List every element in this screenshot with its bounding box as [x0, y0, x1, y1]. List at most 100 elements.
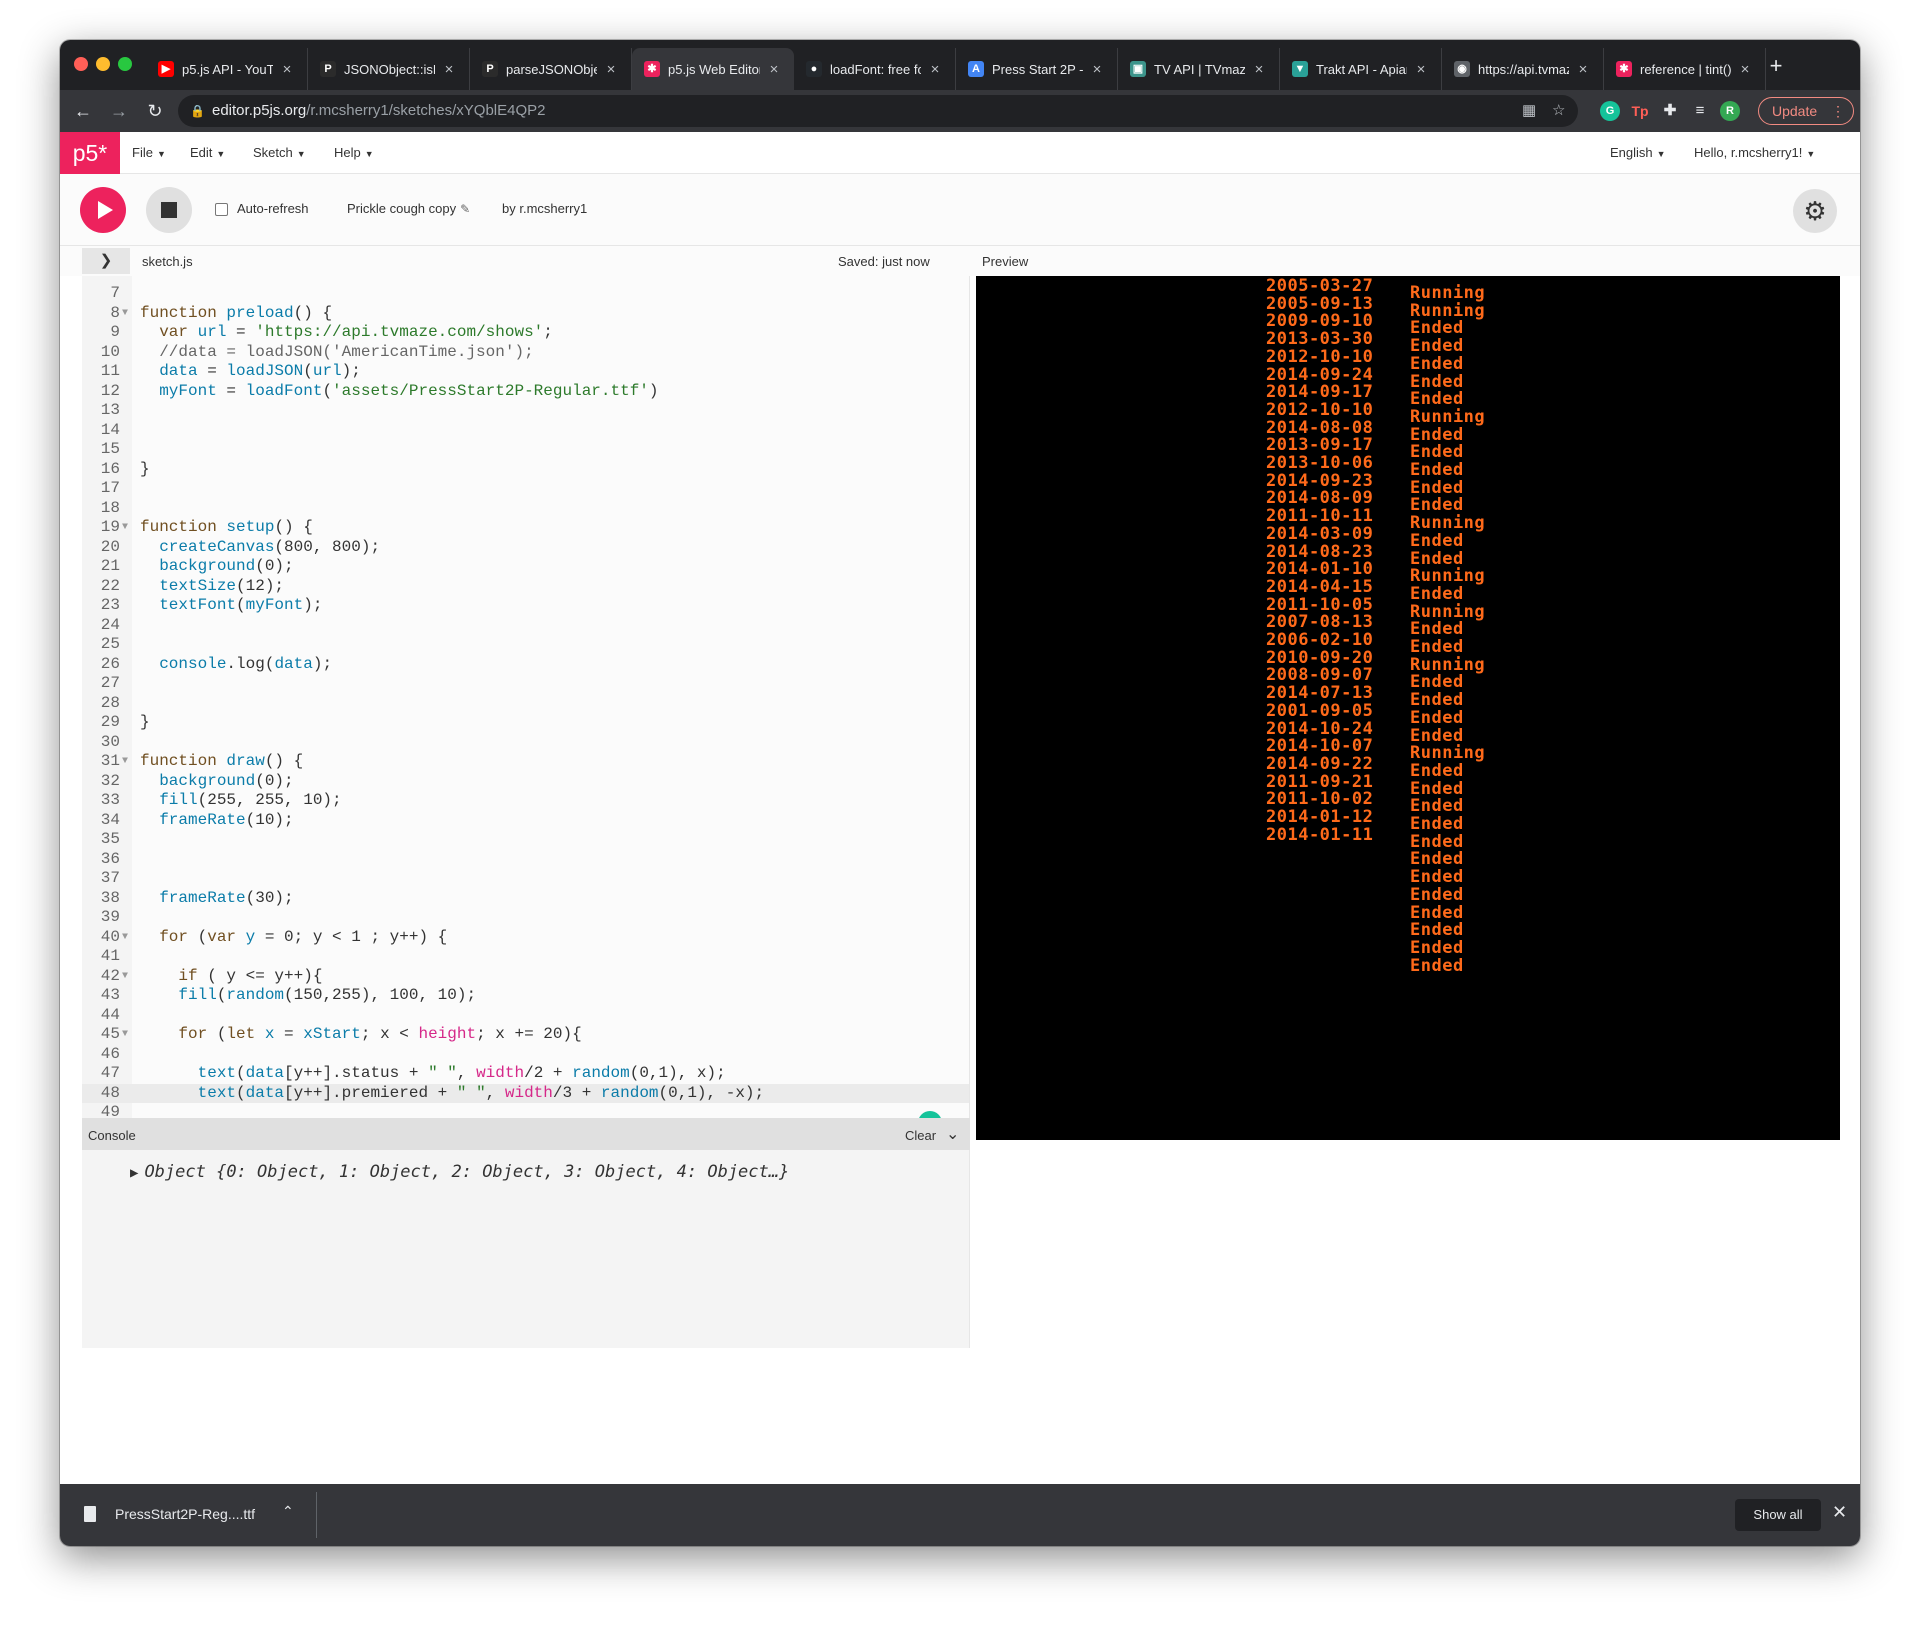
tab-close-icon[interactable]: ×	[603, 61, 619, 78]
fold-triangle-icon[interactable]: ▼	[122, 518, 128, 538]
code-line[interactable]: 40 ▼ for (var y = 0; y < 1 ; y++) {	[82, 928, 969, 948]
browser-tab[interactable]: ▼ Trakt API - Apiary ×	[1280, 48, 1442, 90]
code-line[interactable]: 34 frameRate(10);	[82, 811, 969, 831]
chevron-right-icon[interactable]: ❯	[82, 248, 130, 274]
sketch-name[interactable]: Prickle cough copy ✎	[347, 201, 470, 216]
browser-tab[interactable]: ✱ p5.js Web Editor ×	[632, 48, 794, 90]
code-line[interactable]: 20 createCanvas(800, 800);	[82, 538, 969, 558]
user-menu[interactable]: Hello, r.mcsherry1! ▼	[1694, 132, 1815, 174]
media-playlist-icon[interactable]: ≡	[1690, 101, 1710, 121]
code-line[interactable]: 42 ▼ if ( y <= y++){	[82, 967, 969, 987]
maximize-window-button[interactable]	[118, 57, 132, 71]
code-line[interactable]: 41	[82, 947, 969, 967]
code-line[interactable]: 35	[82, 830, 969, 850]
fold-triangle-icon[interactable]: ▼	[122, 1025, 128, 1045]
code-line[interactable]: 19 ▼ function setup() {	[82, 518, 969, 538]
code-line[interactable]: 31 ▼ function draw() {	[82, 752, 969, 772]
fold-triangle-icon[interactable]: ▼	[122, 928, 128, 948]
code-line[interactable]: 17	[82, 479, 969, 499]
code-line[interactable]: 8 ▼ function preload() {	[82, 304, 969, 324]
tab-close-icon[interactable]: ×	[1089, 61, 1105, 78]
update-button[interactable]: Update ⋮	[1758, 97, 1854, 125]
tab-close-icon[interactable]: ×	[927, 61, 943, 78]
address-bar[interactable]: 🔒 editor.p5js.org/r.mcsherry1/sketches/x…	[178, 95, 1578, 127]
code-line[interactable]: 38 frameRate(30);	[82, 889, 969, 909]
browser-tab[interactable]: ◉ https://api.tvmaze.com/shows ×	[1442, 48, 1604, 90]
code-line[interactable]: 15	[82, 440, 969, 460]
language-menu[interactable]: English ▼	[1610, 132, 1666, 174]
download-filename[interactable]: PressStart2P-Reg....ttf	[115, 1506, 255, 1522]
expand-triangle-icon[interactable]: ▶	[130, 1165, 138, 1181]
chevron-up-icon[interactable]: ⌃	[282, 1503, 294, 1520]
close-window-button[interactable]	[74, 57, 88, 71]
browser-tab[interactable]: ● loadFont: free fonts ×	[794, 48, 956, 90]
tab-close-icon[interactable]: ×	[279, 61, 295, 78]
code-line[interactable]: 10 //data = loadJSON('AmericanTime.json'…	[82, 343, 969, 363]
code-line[interactable]: 7	[82, 284, 969, 304]
stop-button[interactable]	[146, 187, 192, 233]
code-line[interactable]: 14	[82, 421, 969, 441]
code-line[interactable]: 39	[82, 908, 969, 928]
reload-icon[interactable]: ↻	[140, 96, 170, 126]
code-line[interactable]: 18	[82, 499, 969, 519]
sketch-preview-canvas[interactable]: 2005-03-27 2005-09-13 2009-09-10 2013-03-30…	[976, 276, 1840, 1140]
chevron-down-icon[interactable]: ⌄	[946, 1124, 959, 1144]
code-line[interactable]: 27	[82, 674, 969, 694]
code-line[interactable]: 37	[82, 869, 969, 889]
tab-close-icon[interactable]: ×	[1251, 61, 1267, 78]
code-line[interactable]: 28	[82, 694, 969, 714]
code-line[interactable]: 23 textFont(myFont);	[82, 596, 969, 616]
back-arrow-icon[interactable]: ←	[68, 96, 98, 126]
code-line[interactable]: 47 text(data[y++].status + " ", width/2 …	[82, 1064, 969, 1084]
code-line[interactable]: 30	[82, 733, 969, 753]
code-line[interactable]: 44	[82, 1006, 969, 1026]
tab-close-icon[interactable]: ×	[1413, 61, 1429, 78]
new-tab-button[interactable]: +	[1762, 52, 1790, 80]
tab-close-icon[interactable]: ×	[441, 61, 457, 78]
code-line[interactable]: 36	[82, 850, 969, 870]
code-line[interactable]: 26 console.log(data);	[82, 655, 969, 675]
browser-tab[interactable]: P JSONObject::isNull ×	[308, 48, 470, 90]
minimize-window-button[interactable]	[96, 57, 110, 71]
code-line[interactable]: 21 background(0);	[82, 557, 969, 577]
code-line[interactable]: 13	[82, 401, 969, 421]
play-button[interactable]	[80, 187, 126, 233]
code-line[interactable]: 25	[82, 635, 969, 655]
menu-file[interactable]: File ▼	[132, 132, 166, 174]
forward-arrow-icon[interactable]: →	[104, 96, 134, 126]
tab-close-icon[interactable]: ×	[1575, 61, 1591, 78]
pencil-icon[interactable]: ✎	[460, 202, 470, 216]
code-line[interactable]: 29}	[82, 713, 969, 733]
code-line[interactable]: 33 fill(255, 255, 10);	[82, 791, 969, 811]
grammarly-extension-icon[interactable]: G	[1600, 101, 1620, 121]
code-line[interactable]: 48 text(data[y++].premiered + " ", width…	[82, 1083, 969, 1103]
code-line[interactable]: 46	[82, 1045, 969, 1065]
code-line[interactable]: 32 background(0);	[82, 772, 969, 792]
tab-close-icon[interactable]: ×	[1737, 61, 1753, 78]
close-icon[interactable]: ✕	[1832, 1502, 1847, 1523]
browser-tab[interactable]: ▣ TV API | TVmaze ×	[1118, 48, 1280, 90]
menu-help[interactable]: Help ▼	[334, 132, 374, 174]
fold-triangle-icon[interactable]: ▼	[122, 752, 128, 772]
menu-sketch[interactable]: Sketch ▼	[253, 132, 306, 174]
qr-code-icon[interactable]: ▦	[1522, 95, 1536, 127]
menu-edit[interactable]: Edit ▼	[190, 132, 225, 174]
show-all-button[interactable]: Show all	[1735, 1499, 1821, 1531]
auto-refresh-checkbox[interactable]	[215, 203, 228, 216]
browser-tab[interactable]: PparseJSONObject() ×	[470, 48, 632, 90]
browser-tab[interactable]: A Press Start 2P - Google Fonts ×	[956, 48, 1118, 90]
browser-tab[interactable]: ▶ p5.js API - YouTube ×	[146, 48, 308, 90]
fold-triangle-icon[interactable]: ▼	[122, 967, 128, 987]
browser-tab[interactable]: ✱ reference | tint() ×	[1604, 48, 1766, 90]
code-line[interactable]: 16}	[82, 460, 969, 480]
code-line[interactable]: 43 fill(random(150,255), 100, 10);	[82, 986, 969, 1006]
code-line[interactable]: 45 ▼ for (let x = xStart; x < height; x +…	[82, 1025, 969, 1045]
code-line[interactable]: 22 textSize(12);	[82, 577, 969, 597]
console-log-line[interactable]: ▶ Object {0: Object, 1: Object, 2: Object…	[130, 1162, 789, 1182]
fold-triangle-icon[interactable]: ▼	[122, 304, 128, 324]
code-line[interactable]: 24	[82, 616, 969, 636]
p5-logo[interactable]: p5*	[60, 132, 120, 174]
extensions-puzzle-icon[interactable]: ✚	[1660, 101, 1680, 121]
bookmark-star-icon[interactable]: ☆	[1552, 95, 1565, 127]
gear-icon[interactable]: ⚙	[1793, 189, 1837, 233]
